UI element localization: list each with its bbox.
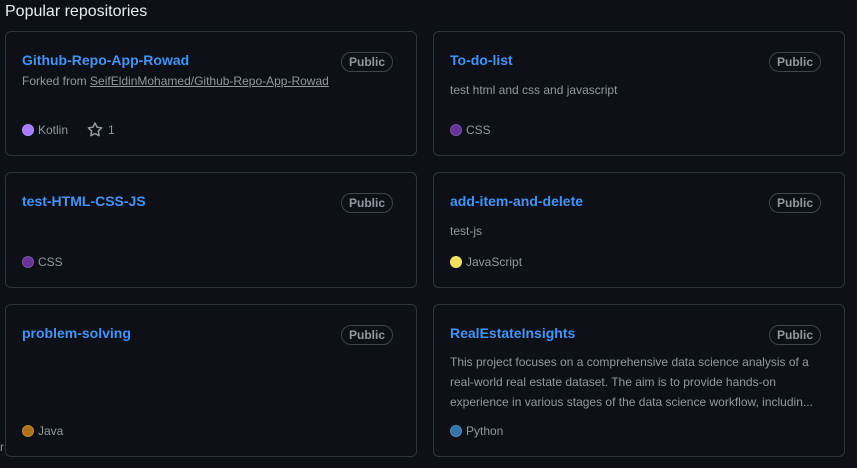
stargazers-link[interactable]: 1 xyxy=(87,122,115,138)
language-label: CSS xyxy=(38,255,63,269)
language-label: Python xyxy=(466,424,504,438)
repo-name-link[interactable]: test-HTML-CSS-JS xyxy=(22,192,146,210)
repo-card: problem-solving Public Java xyxy=(5,304,417,457)
visibility-badge: Public xyxy=(340,325,393,345)
repo-meta: JavaScript xyxy=(450,254,522,270)
star-icon xyxy=(87,122,103,137)
repo-meta: CSS xyxy=(22,254,63,270)
repo-card: RealEstateInsights Public This project f… xyxy=(433,304,845,457)
visibility-badge: Public xyxy=(768,193,821,213)
language-color-dot xyxy=(450,256,462,268)
language-color-dot xyxy=(22,256,34,268)
visibility-badge: Public xyxy=(340,193,393,213)
repo-name-link[interactable]: To-do-list xyxy=(450,51,513,69)
repo-meta: Java xyxy=(22,423,63,439)
repo-name-link[interactable]: problem-solving xyxy=(22,324,131,342)
language-color-dot xyxy=(450,124,462,136)
visibility-badge: Public xyxy=(340,52,393,72)
language-color-dot xyxy=(450,425,462,437)
repo-description: test-js xyxy=(450,224,483,238)
section-title: Popular repositories xyxy=(5,3,148,20)
repo-card: To-do-list Public test html and css and … xyxy=(433,31,845,156)
repo-card: add-item-and-delete Public test-js JavaS… xyxy=(433,172,845,288)
forked-prefix: Forked from xyxy=(22,74,91,88)
forked-from-text: Forked from SeifEldinMohamed/Github-Repo… xyxy=(22,74,329,88)
language-color-dot xyxy=(22,124,34,136)
cropped-text-fragment: r xyxy=(0,440,4,452)
forked-from-link[interactable]: SeifEldinMohamed/Github-Repo-App-Rowad xyxy=(90,74,329,88)
language-color-dot xyxy=(22,425,34,437)
star-count: 1 xyxy=(108,123,115,137)
repo-meta: CSS xyxy=(450,122,491,138)
repo-name-link[interactable]: add-item-and-delete xyxy=(450,192,583,210)
repo-description: This project focuses on a comprehensive … xyxy=(450,355,813,409)
repo-meta: Kotlin 1 xyxy=(22,122,115,138)
visibility-badge: Public xyxy=(768,325,821,345)
language-label: JavaScript xyxy=(466,255,523,269)
repo-card: Github-Repo-App-Rowad Public Forked from… xyxy=(5,31,417,156)
repo-card: test-HTML-CSS-JS Public CSS xyxy=(5,172,417,288)
language-label: CSS xyxy=(466,123,491,137)
repo-description: test html and css and javascript xyxy=(450,83,618,97)
repo-name-link[interactable]: Github-Repo-App-Rowad xyxy=(22,51,189,69)
language-label: Kotlin xyxy=(38,123,69,137)
repo-name-link[interactable]: RealEstateInsights xyxy=(450,324,575,342)
repo-meta: Python xyxy=(450,423,503,439)
popular-repositories-section: Popular repositories Github-Repo-App-Row… xyxy=(0,0,857,468)
visibility-badge: Public xyxy=(768,52,821,72)
language-label: Java xyxy=(38,424,64,438)
